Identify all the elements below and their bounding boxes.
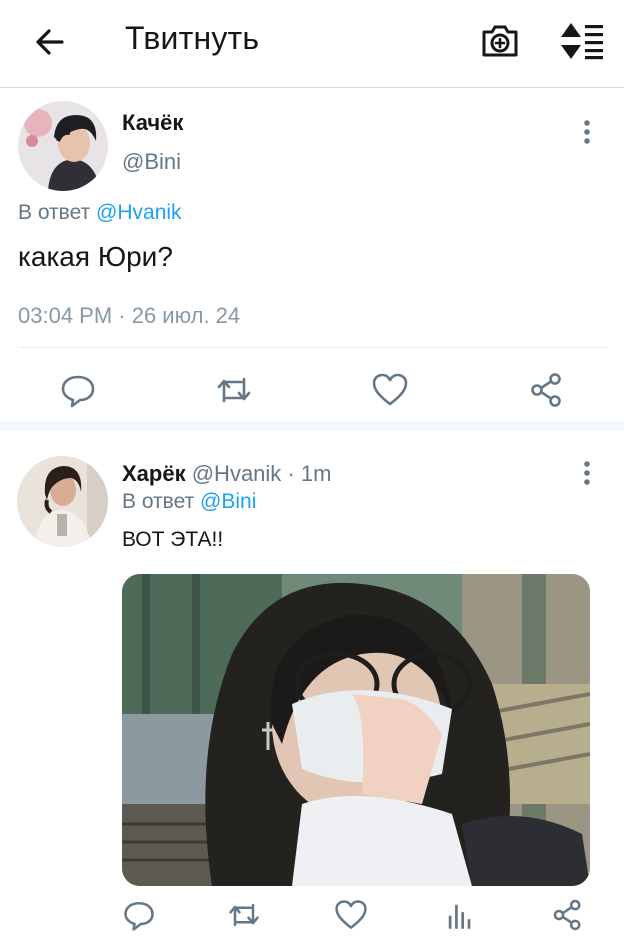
avatar[interactable] — [17, 456, 108, 547]
retweet-button[interactable] — [226, 897, 262, 933]
reply-button[interactable] — [58, 370, 98, 410]
like-button[interactable] — [333, 897, 369, 933]
author-handle[interactable]: @Bini — [122, 149, 181, 175]
more-options-button[interactable] — [572, 458, 602, 488]
tweet-actions — [0, 362, 624, 418]
author-handle[interactable]: @Hvanik — [192, 461, 282, 486]
reply-icon — [58, 370, 98, 410]
more-options-button[interactable] — [572, 117, 602, 147]
share-icon — [550, 897, 586, 933]
tweet-photo[interactable] — [122, 574, 590, 886]
reply-icon — [121, 897, 157, 933]
more-vertical-icon — [572, 458, 602, 488]
reply-prefix: В ответ — [18, 201, 91, 224]
like-button[interactable] — [370, 370, 410, 410]
reply-button[interactable] — [121, 897, 157, 933]
back-button[interactable] — [30, 22, 70, 62]
reply-mention-link[interactable]: @Hvanik — [96, 201, 182, 224]
camera-button[interactable] — [478, 19, 522, 63]
tweet-age: 1m — [300, 461, 332, 486]
like-icon — [370, 370, 410, 410]
share-button[interactable] — [550, 897, 586, 933]
tweet-actions — [0, 893, 624, 937]
separator: · — [287, 461, 295, 486]
tweet-text: ВОТ ЭТА!! — [122, 528, 224, 551]
avatar[interactable] — [18, 101, 108, 191]
author-name[interactable]: Качёк — [122, 110, 183, 136]
tweet-timestamp: 03:04 PM · 26 июл. 24 — [18, 303, 241, 328]
more-vertical-icon — [572, 117, 602, 147]
reply-mention-link[interactable]: @Bini — [200, 490, 256, 513]
sort-button[interactable] — [556, 19, 606, 63]
reply-context: В ответ @Bini — [122, 490, 256, 514]
arrow-left-icon — [30, 22, 70, 62]
sort-list-icon — [556, 19, 606, 63]
share-button[interactable] — [527, 370, 567, 410]
reply-prefix: В ответ — [122, 490, 195, 513]
retweet-icon — [226, 897, 262, 933]
retweet-icon — [214, 370, 254, 410]
like-icon — [333, 897, 369, 933]
focused-tweet: Качёк @Bini В ответ @Hvanik какая Юри? 0… — [0, 89, 624, 431]
author-name[interactable]: Харёк — [122, 461, 186, 486]
stats-button[interactable] — [442, 897, 478, 933]
share-icon — [527, 370, 567, 410]
retweet-button[interactable] — [214, 370, 254, 410]
camera-plus-icon — [478, 19, 522, 63]
tweet-text: какая Юри? — [18, 241, 173, 272]
reply-context: В ответ @Hvanik — [18, 201, 182, 225]
stats-icon — [442, 897, 478, 933]
divider — [18, 347, 608, 348]
page-title: Твитнуть — [125, 20, 260, 56]
author-line: Харёк @Hvanik · 1m — [122, 461, 331, 487]
app-bar: Твитнуть — [0, 0, 624, 88]
